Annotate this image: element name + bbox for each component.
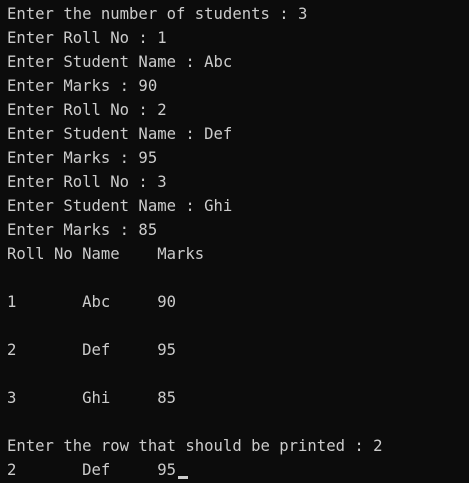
console-line: Enter Roll No : 3 [7,173,167,191]
text-cursor [178,476,188,479]
table-header: Roll No Name Marks [7,245,205,263]
table-row: 1 Abc 90 [7,293,176,311]
console-line: Enter Student Name : Ghi [7,197,233,215]
last-output-line: 2 Def 95 [7,458,469,482]
console-line: Enter Marks : 85 [7,221,158,239]
console-line: Enter Roll No : 1 [7,29,167,47]
console-line: Enter Marks : 95 [7,149,158,167]
console-line: Enter Marks : 90 [7,77,158,95]
table-row: 2 Def 95 [7,341,176,359]
terminal-console[interactable]: Enter the number of students : 3 Enter R… [0,0,469,483]
console-line: Enter the row that should be printed : 2 [7,437,383,455]
console-line: Enter Roll No : 2 [7,101,167,119]
console-line: Enter the number of students : 3 [7,5,308,23]
console-line: Enter Student Name : Def [7,125,233,143]
table-row: 3 Ghi 85 [7,389,176,407]
console-line: Enter Student Name : Abc [7,53,233,71]
output-text: 2 Def 95 [7,461,176,479]
